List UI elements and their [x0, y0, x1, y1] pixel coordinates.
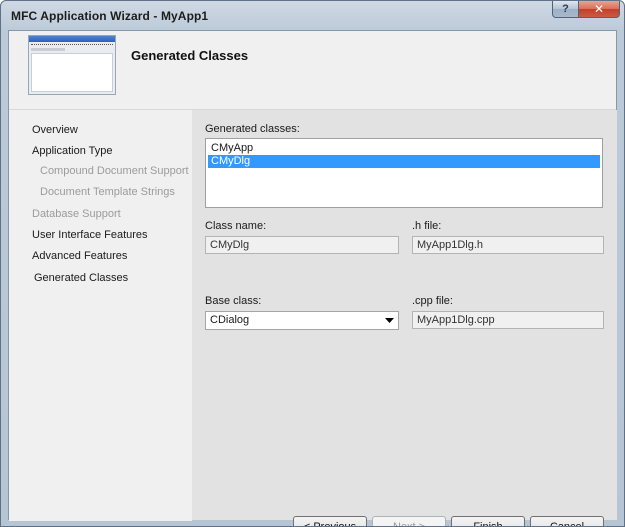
wizard-banner: Generated Classes	[9, 31, 616, 110]
window-title: MFC Application Wizard - MyApp1	[11, 9, 209, 23]
nav-item-user-interface-features[interactable]: User Interface Features	[32, 229, 148, 241]
list-item-cmyapp[interactable]: CMyApp	[208, 142, 600, 155]
nav-item-document-template-strings: Document Template Strings	[40, 186, 175, 198]
generated-classes-label: Generated classes:	[205, 123, 300, 135]
h-file-field[interactable]: MyApp1Dlg.h	[412, 236, 604, 254]
close-button[interactable]: ✕	[578, 1, 620, 18]
dialog-client-area: Generated Classes Overview Application T…	[8, 30, 617, 526]
chevron-down-icon[interactable]	[382, 314, 396, 327]
cancel-button[interactable]: Cancel	[530, 516, 604, 526]
nav-item-compound-document-support: Compound Document Support	[40, 165, 189, 177]
close-icon: ✕	[593, 2, 605, 16]
nav-item-application-type[interactable]: Application Type	[32, 145, 113, 157]
help-button[interactable]: ?	[552, 1, 579, 18]
base-class-combo[interactable]: CDialog	[205, 311, 399, 330]
finish-button[interactable]: Finish	[451, 516, 525, 526]
settings-panel: Generated classes: CMyApp CMyDlg Class n…	[192, 110, 617, 526]
nav-item-overview[interactable]: Overview	[32, 124, 78, 136]
class-name-field[interactable]: CMyDlg	[205, 236, 399, 254]
class-name-label: Class name:	[205, 220, 267, 232]
generated-classes-list[interactable]: CMyApp CMyDlg	[205, 138, 603, 208]
list-item-cmydlg[interactable]: CMyDlg	[208, 155, 600, 168]
next-button: Next >	[372, 516, 446, 526]
wizard-window: MFC Application Wizard - MyApp1 ? ✕ Gene…	[0, 0, 625, 527]
cpp-file-label: .cpp file:	[412, 295, 453, 307]
question-mark-icon: ?	[562, 3, 569, 15]
base-class-value: CDialog	[210, 314, 250, 326]
page-title: Generated Classes	[131, 48, 249, 63]
application-preview-image	[28, 35, 116, 95]
h-file-label: .h file:	[412, 220, 442, 232]
cpp-file-field[interactable]: MyApp1Dlg.cpp	[412, 311, 604, 329]
previous-button[interactable]: < Previous	[293, 516, 367, 526]
title-bar[interactable]: MFC Application Wizard - MyApp1 ? ✕	[1, 1, 624, 29]
nav-item-advanced-features[interactable]: Advanced Features	[32, 250, 127, 262]
nav-item-generated-classes[interactable]: Generated Classes	[34, 272, 128, 284]
nav-item-database-support: Database Support	[32, 208, 121, 220]
wizard-nav: Overview Application Type Compound Docum…	[9, 110, 192, 521]
base-class-label: Base class:	[205, 295, 262, 307]
